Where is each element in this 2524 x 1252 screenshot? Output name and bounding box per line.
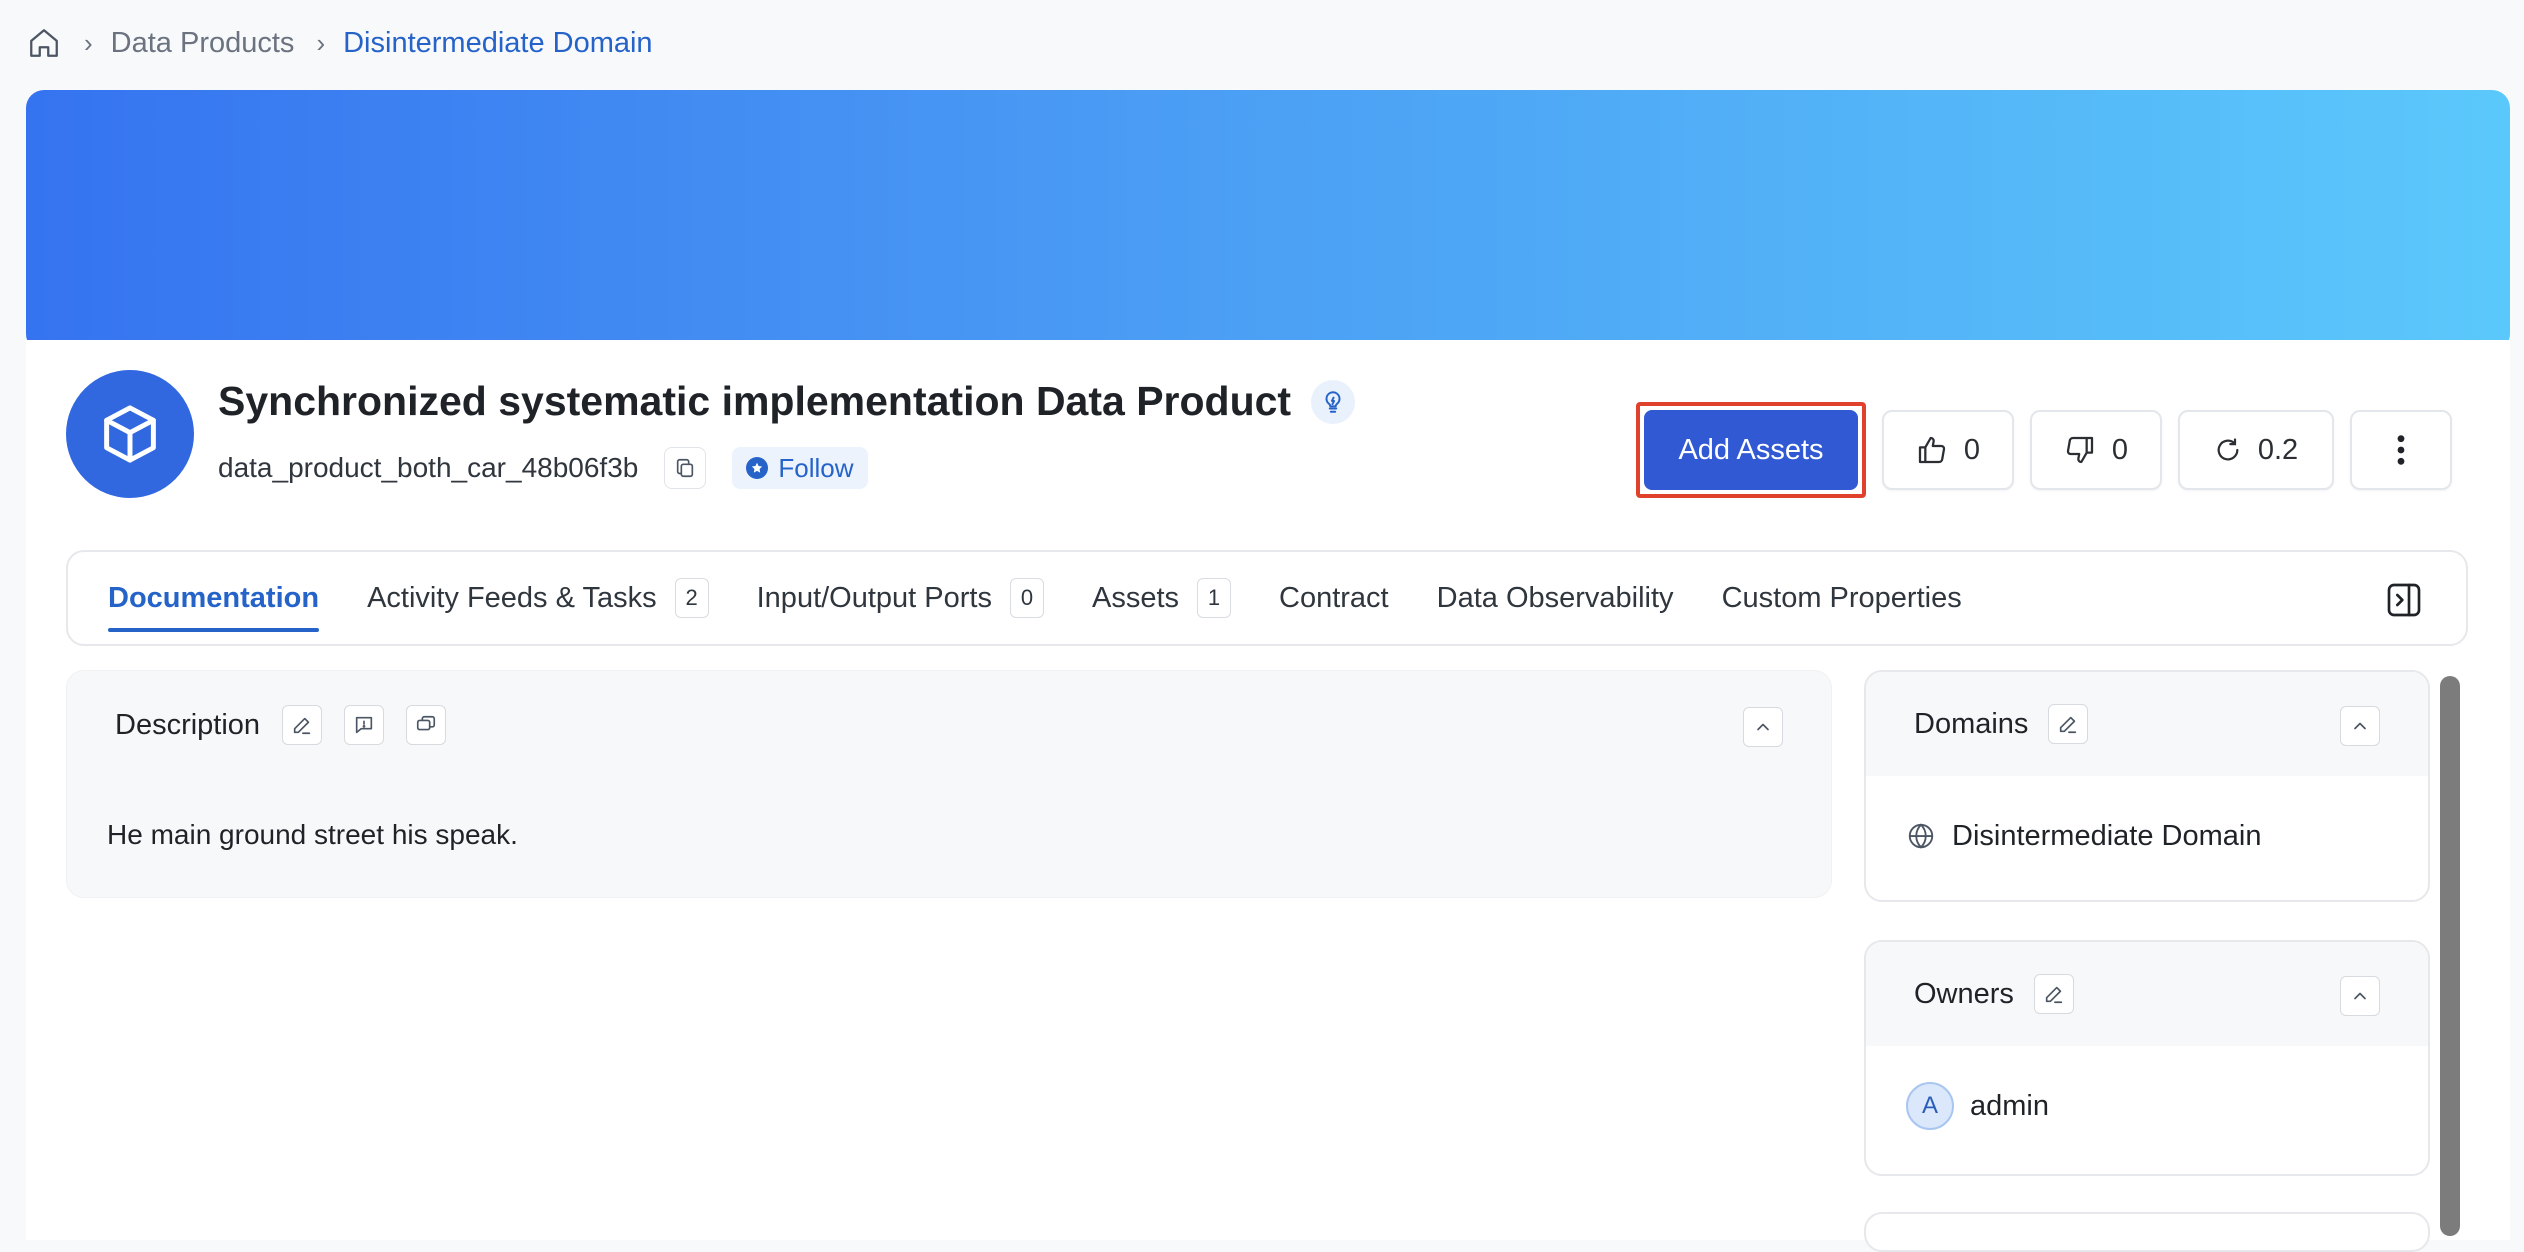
tab-bar: Documentation Activity Feeds & Tasks 2 I… [66,550,2468,646]
owners-heading: Owners [1914,977,2014,1010]
thumbs-down-icon [2066,436,2094,464]
domains-card: Domains Disintermediate Domain [1864,670,2430,902]
owners-header: Owners [1866,942,2428,1046]
edit-icon[interactable] [2033,974,2074,1014]
version-history-icon [2217,438,2239,461]
add-assets-highlight: Add Assets [1636,402,1866,498]
domains-header: Domains [1866,672,2428,776]
panel-collapse-icon[interactable] [2384,580,2424,620]
follow-label: Follow [778,452,854,483]
version-button[interactable]: 0.2 [2178,410,2334,490]
collapse-chevron-up-icon[interactable] [2340,706,2380,746]
tab-label: Input/Output Ports [756,581,992,614]
version-number: 0.2 [2257,433,2299,466]
follow-button[interactable]: Follow [732,447,868,489]
entity-title: Synchronized systematic implementation D… [218,378,1292,424]
collapse-chevron-up-icon[interactable] [1743,707,1783,747]
tab-label: Contract [1279,581,1389,614]
tab-label: Custom Properties [1721,581,1962,614]
domains-heading: Domains [1914,707,2029,740]
breadcrumb: › Data Products › Disintermediate Domain [26,22,653,64]
lightbulb-icon[interactable] [1311,379,1356,424]
edit-icon[interactable] [282,705,323,745]
entity-fqn: data_product_both_car_48b06f3b [218,452,639,483]
tab-input-output-ports[interactable]: Input/Output Ports 0 [757,550,1044,646]
like-count: 0 [1963,433,1981,466]
breadcrumb-current-domain[interactable]: Disintermediate Domain [343,27,652,60]
breadcrumb-separator: › [84,27,93,58]
page-title: Synchronized systematic implementation D… [218,378,1356,425]
tab-data-observability[interactable]: Data Observability [1437,550,1674,646]
tab-count-badge: 2 [674,578,709,618]
tab-label: Documentation [108,581,320,614]
add-assets-button[interactable]: Add Assets [1644,410,1858,490]
more-options-button[interactable] [2350,410,2452,490]
owner-entry[interactable]: A admin [1866,1046,2428,1166]
kebab-menu-icon [2397,435,2405,465]
description-heading: Description [115,708,261,741]
globe-icon [1908,823,1934,849]
vertical-scrollbar[interactable] [2440,676,2460,1236]
dislike-count: 0 [2111,433,2129,466]
tab-label: Activity Feeds & Tasks [367,581,657,614]
breadcrumb-separator: › [316,27,326,58]
description-header: Description [115,703,447,747]
next-sidebar-card [1864,1212,2430,1252]
owner-name: admin [1970,1089,2049,1122]
conversation-icon[interactable] [406,705,447,745]
domain-name: Disintermediate Domain [1952,819,2262,852]
tab-label: Data Observability [1436,581,1674,614]
star-icon [746,457,769,479]
header-actions: Add Assets 0 0 0.2 [1636,402,2452,498]
tab-assets[interactable]: Assets 1 [1091,550,1232,646]
owners-card: Owners A admin [1864,940,2430,1176]
edit-icon[interactable] [2048,704,2089,744]
copy-icon[interactable] [664,447,707,489]
breadcrumb-data-products[interactable]: Data Products [111,27,295,60]
tab-count-badge: 0 [1009,578,1044,618]
collapse-chevron-up-icon[interactable] [2340,976,2380,1016]
tab-custom-properties[interactable]: Custom Properties [1722,550,1962,646]
like-button[interactable]: 0 [1882,410,2014,490]
entity-subline: data_product_both_car_48b06f3b Follow [218,446,868,490]
tab-documentation[interactable]: Documentation [108,550,320,646]
avatar: A [1906,1082,1954,1130]
domain-entry[interactable]: Disintermediate Domain [1866,776,2428,896]
request-description-icon[interactable] [344,705,385,745]
home-icon[interactable] [26,25,62,61]
tab-count-badge: 1 [1197,578,1232,618]
tab-contract[interactable]: Contract [1279,550,1389,646]
cover-banner [26,90,2510,352]
dislike-button[interactable]: 0 [2030,410,2162,490]
description-text: He main ground street his speak. [107,819,518,850]
thumbs-up-icon [1918,436,1946,464]
tab-label: Assets [1091,581,1180,614]
description-panel: Description He main ground street his sp… [66,670,1832,898]
data-product-cube-icon [66,370,194,498]
tab-activity-feeds[interactable]: Activity Feeds & Tasks 2 [367,550,709,646]
